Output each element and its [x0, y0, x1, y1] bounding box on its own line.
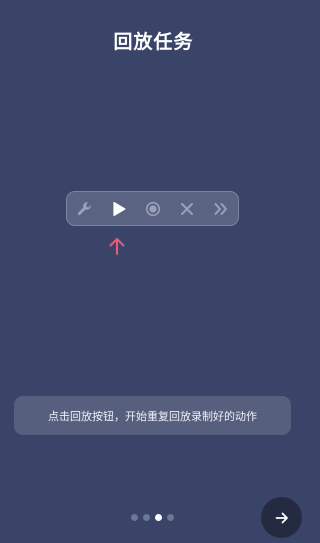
page-title: 回放任务 [113, 31, 194, 53]
double-chevron-right-icon [214, 202, 227, 215]
record-button[interactable] [136, 192, 170, 225]
page-indicator [131, 514, 174, 521]
floating-toolbar [66, 191, 239, 226]
page-dot [131, 514, 138, 521]
hint-text: 点击回放按钮，开始重复回放录制好的动作 [48, 409, 257, 423]
arrow-right-icon [275, 512, 288, 523]
arrow-up-icon [109, 238, 125, 255]
page-dot [143, 514, 150, 521]
page-dot-active [155, 514, 162, 521]
play-icon [113, 201, 126, 216]
next-button[interactable] [261, 497, 302, 538]
hint-box: 点击回放按钮，开始重复回放录制好的动作 [14, 396, 291, 435]
close-button[interactable] [170, 192, 204, 225]
record-icon [145, 201, 161, 216]
tool-settings-button[interactable] [68, 192, 102, 225]
wrench-icon [77, 201, 91, 215]
close-icon [181, 202, 193, 215]
page-dot [167, 514, 174, 521]
collapse-button[interactable] [204, 192, 238, 225]
play-button[interactable] [102, 192, 136, 225]
